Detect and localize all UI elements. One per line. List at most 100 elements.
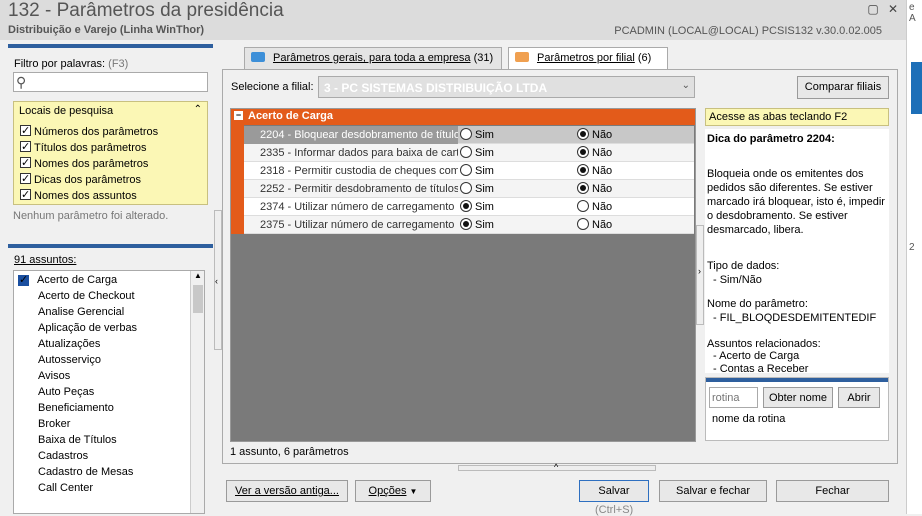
option-titles[interactable]: Títulos dos parâmetros — [20, 139, 158, 156]
radio-icon — [577, 218, 589, 230]
rotina-header-bar — [706, 378, 888, 382]
old-version-button[interactable]: Ver a versão antiga... — [226, 480, 348, 502]
search-icon: ⚲ — [16, 74, 27, 90]
left-panel: Filtro por palavras: (F3) ⚲ Locais de pe… — [8, 44, 213, 514]
close-button[interactable]: Fechar — [776, 480, 889, 502]
grid-status: 1 assunto, 6 parâmetros — [230, 446, 349, 458]
radio-sim[interactable]: Sim — [460, 182, 494, 195]
list-item[interactable]: Avisos — [38, 370, 70, 382]
scroll-thumb[interactable] — [193, 285, 203, 313]
chevron-down-icon[interactable]: ⌄ — [682, 80, 690, 91]
param-row[interactable]: 2204 - Bloquear desdobramento de títulos… — [244, 126, 694, 144]
radio-label: Sim — [475, 219, 494, 231]
folder-icon — [515, 52, 529, 62]
scroll-up-icon[interactable]: ▲ — [194, 271, 202, 280]
radio-label: Não — [592, 129, 613, 141]
list-item[interactable]: Baixa de Títulos — [38, 434, 117, 446]
param-label: 2374 - Utilizar número de carregamento a — [260, 201, 458, 213]
subjects-scrollbar[interactable]: ▲ — [190, 271, 204, 513]
radio-sim[interactable]: Sim — [460, 218, 494, 231]
expand-right-icon[interactable]: › — [698, 266, 701, 276]
radio-icon — [460, 146, 472, 158]
radio-nao[interactable]: Não — [577, 182, 612, 195]
radio-sim[interactable]: Sim — [460, 146, 494, 159]
param-row[interactable]: 2252 - Permitir desdobramento de títulos… — [244, 180, 694, 198]
background-window-edge: e A 2 — [906, 0, 922, 514]
option-numbers[interactable]: Números dos parâmetros — [20, 123, 159, 140]
related-subject[interactable]: - Acerto de Carga — [713, 350, 799, 362]
filial-value: 3 - PC SISTEMAS DISTRIBUIÇÃO LTDA — [324, 81, 548, 95]
radio-icon — [577, 182, 589, 194]
list-item[interactable]: Autosserviço — [38, 354, 101, 366]
option-names[interactable]: Nomes dos parâmetros — [20, 155, 158, 172]
list-item[interactable]: Cadastro de Mesas — [38, 466, 133, 478]
collapse-icon[interactable]: ⌃ — [194, 104, 202, 115]
checkbox-icon — [20, 171, 31, 187]
group-header[interactable]: − Acerto de Carga — [231, 109, 695, 125]
old-version-label: Ver a versão antiga... — [235, 485, 339, 497]
param-row[interactable]: 2318 - Permitir custodia de cheques com S… — [244, 162, 694, 180]
minimize-icon[interactable]: ▢ — [866, 2, 880, 16]
group-title: Acerto de Carga — [248, 110, 333, 122]
filial-label-text: Selecione a filial: — [231, 81, 314, 93]
dropdown-arrow-icon: ▼ — [409, 487, 418, 496]
option-hints[interactable]: Dicas dos parâmetros — [20, 171, 158, 188]
list-item[interactable]: Auto Peças — [38, 386, 94, 398]
option-subject-names[interactable]: Nomes dos assuntos — [20, 187, 158, 204]
checkbox-icon — [20, 123, 31, 139]
filter-label-text: Filtro por palavras: — [14, 58, 106, 70]
param-row[interactable]: 2374 - Utilizar número de carregamento a… — [244, 198, 694, 216]
tab-branch-params[interactable]: Parâmetros por filial (6) — [508, 47, 668, 70]
checkbox-icon — [20, 187, 31, 203]
param-row[interactable]: 2335 - Informar dados para baixa de cart… — [244, 144, 694, 162]
search-locations-title: Locais de pesquisa — [19, 105, 114, 117]
radio-nao[interactable]: Não — [577, 200, 612, 213]
param-row[interactable]: 2375 - Utilizar número de carregamento a… — [244, 216, 694, 234]
param-name-value: - FIL_BLOQDESDEMITENTEDIF — [713, 312, 877, 324]
collapse-group-icon[interactable]: − — [234, 111, 243, 120]
list-item[interactable]: Analise Gerencial — [38, 306, 124, 318]
list-item[interactable]: Aplicação de verbas — [38, 322, 137, 334]
session-info: PCADMIN (LOCAL@LOCAL) PCSIS132 v.30.0.02… — [614, 25, 882, 37]
tab-general-params[interactable]: Parâmetros gerais, para toda a empresa (… — [244, 47, 502, 69]
folder-icon — [251, 52, 265, 62]
close-icon[interactable]: ✕ — [886, 2, 900, 16]
list-item[interactable]: Broker — [38, 418, 70, 430]
radio-icon — [460, 128, 472, 140]
filial-select[interactable]: 3 - PC SISTEMAS DISTRIBUIÇÃO LTDA ⌄ — [318, 76, 695, 98]
list-item[interactable]: Acerto de Checkout — [38, 290, 135, 302]
open-button[interactable]: Abrir — [838, 387, 880, 408]
radio-sim[interactable]: Sim — [460, 164, 494, 177]
radio-nao[interactable]: Não — [577, 164, 612, 177]
radio-nao[interactable]: Não — [577, 218, 612, 231]
collapse-up-icon[interactable]: ^ — [554, 462, 558, 472]
list-item-selected-label[interactable]: Acerto de Carga — [37, 274, 117, 286]
save-button[interactable]: Salvar — [579, 480, 649, 502]
radio-nao[interactable]: Não — [577, 128, 612, 141]
radio-icon — [577, 164, 589, 176]
access-hint: Acesse as abas teclando F2 — [705, 108, 889, 126]
save-close-button[interactable]: Salvar e fechar — [659, 480, 767, 502]
radio-sim[interactable]: Sim — [460, 128, 494, 141]
collapse-left-icon[interactable]: ‹ — [215, 276, 218, 286]
filter-input[interactable]: ⚲ — [13, 72, 208, 92]
param-label: 2318 - Permitir custodia de cheques com — [260, 165, 458, 177]
rotina-input[interactable] — [709, 387, 758, 408]
related-subject[interactable]: - Contas a Receber — [713, 363, 808, 373]
tab-count: (31) — [473, 52, 494, 64]
save-shortcut: (Ctrl+S) — [595, 504, 634, 516]
list-item[interactable]: Call Center — [38, 482, 93, 494]
get-name-button[interactable]: Obter nome — [763, 387, 833, 408]
option-label: Títulos dos parâmetros — [34, 142, 147, 154]
list-item[interactable]: Cadastros — [38, 450, 88, 462]
radio-nao[interactable]: Não — [577, 146, 612, 159]
list-item[interactable]: Atualizações — [38, 338, 100, 350]
background-text: e A — [909, 2, 916, 24]
options-button[interactable]: Opções ▼ — [355, 480, 431, 502]
subjects-list[interactable]: Acerto de Carga Acerto de Checkout Analise… — [13, 270, 205, 514]
list-item[interactable]: Beneficiamento — [38, 402, 114, 414]
compare-branches-button[interactable]: Comparar filiais — [797, 76, 889, 99]
radio-sim[interactable]: Sim — [460, 200, 494, 213]
option-label: Números dos parâmetros — [34, 126, 159, 138]
radio-label: Sim — [475, 183, 494, 195]
